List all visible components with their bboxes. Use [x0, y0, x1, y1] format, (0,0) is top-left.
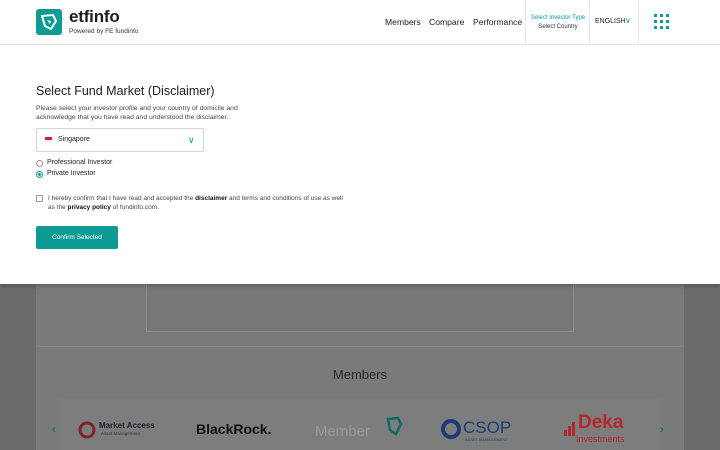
disclaimer-link[interactable]: disclaimer [195, 195, 227, 202]
page-title: Select Fund Market (Disclaimer) [36, 84, 215, 98]
country-select[interactable]: Singapore ∨ [36, 128, 204, 152]
consent-text-part: of fundinfo.com. [110, 204, 159, 211]
investor-type-selector[interactable]: Select Investor Type Select Country [528, 14, 588, 32]
consent-text-part: I hereby confirm that I have read and ac… [48, 195, 196, 202]
chevron-left-icon[interactable]: ‹ [52, 424, 56, 436]
apps-grid-icon[interactable] [654, 14, 669, 29]
chevron-down-icon: ∨ [188, 135, 195, 145]
radio-button[interactable] [36, 171, 43, 178]
member-logo-text: Deka [578, 412, 624, 433]
disclaimer-checkbox[interactable] [36, 195, 43, 202]
singapore-flag-icon [45, 137, 52, 142]
privacy-policy-link[interactable]: privacy policy [68, 204, 111, 211]
nav-divider [589, 0, 590, 44]
chevron-right-icon[interactable]: › [660, 424, 664, 436]
member-logo-text: CSOP [463, 418, 512, 437]
members-heading: Members [332, 367, 388, 382]
etfinfo-logo-icon[interactable] [36, 9, 62, 35]
country-select-value: Singapore [58, 136, 90, 143]
nav-members[interactable]: Members [385, 17, 421, 27]
radio-label: Private Investor [47, 170, 96, 177]
radio-label: Professional Investor [47, 159, 113, 166]
member-logo-text: Market Access [99, 421, 155, 430]
brand-name[interactable]: etfinfo [69, 7, 120, 27]
disclaimer-panel: Select Fund Market (Disclaimer) Please s… [0, 45, 720, 284]
member-logo-placeholder[interactable]: Member [315, 416, 403, 440]
inner-card [146, 284, 574, 332]
member-logo-subtext: ASSET MANAGEMENT [465, 437, 508, 442]
investor-type-label: Select Investor Type [530, 15, 586, 21]
member-logo-subtext: Asset Management [101, 431, 140, 436]
nav-performance[interactable]: Performance [473, 17, 522, 27]
chevron-down-icon[interactable]: ∨ [625, 16, 631, 25]
member-logo-blackrock[interactable]: BlackRock. [196, 421, 271, 437]
top-header: etfinfo Powered by FE fundinfo Members C… [0, 0, 720, 45]
nav-divider [525, 0, 526, 44]
member-logo-subtext: Investments [576, 434, 625, 444]
powered-by: Powered by FE fundinfo [69, 28, 139, 35]
confirm-selected-button[interactable]: Confirm Selected [36, 226, 118, 249]
consent-text: I hereby confirm that I have read and ac… [48, 194, 348, 212]
disclaimer-description: Please select your investor profile and … [36, 105, 238, 121]
language-selector[interactable]: ENGLISH [595, 18, 626, 25]
section-divider [36, 346, 684, 347]
radio-button[interactable] [36, 160, 43, 167]
member-logo-text: Member [315, 423, 371, 440]
nav-compare[interactable]: Compare [429, 17, 464, 27]
country-label: Select Country [538, 24, 578, 30]
nav-divider [638, 0, 639, 44]
